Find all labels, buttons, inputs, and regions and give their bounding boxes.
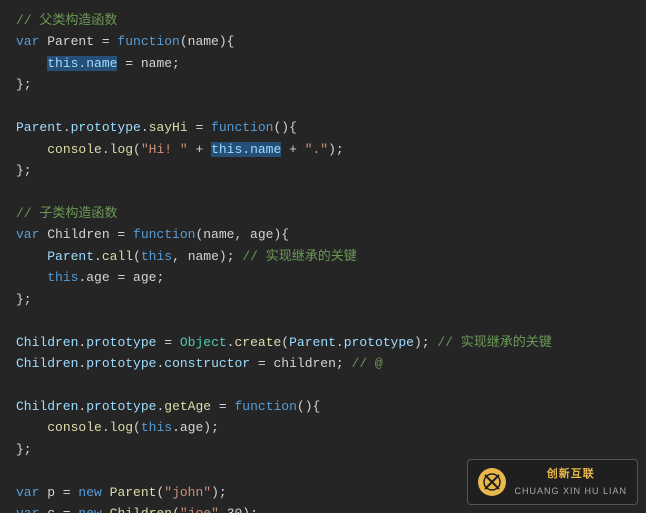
code-line-16: Children.prototype = Object.create(Paren… — [16, 332, 630, 353]
code-line-15 — [16, 310, 630, 331]
code-line-8: }; — [16, 160, 630, 181]
watermark: 创新互联 CHUANG XIN HU LIAN — [467, 459, 638, 505]
watermark-brand-en: CHUANG XIN HU LIAN — [514, 484, 627, 498]
code-line-5 — [16, 96, 630, 117]
code-line-10: // 子类构造函数 — [16, 203, 630, 224]
code-line-18 — [16, 374, 630, 395]
this-name-highlight: this.name — [47, 56, 117, 71]
code-line-17: Children.prototype.constructor = childre… — [16, 353, 630, 374]
code-line-13: this.age = age; — [16, 267, 630, 288]
code-line-20: console.log(this.age); — [16, 417, 630, 438]
code-line-7: console.log("Hi! " + this.name + "."); — [16, 139, 630, 160]
code-line-6: Parent.prototype.sayHi = function(){ — [16, 117, 630, 138]
code-line-21: }; — [16, 439, 630, 460]
watermark-text: 创新互联 CHUANG XIN HU LIAN — [514, 466, 627, 498]
code-line-1: // 父类构造函数 — [16, 10, 630, 31]
logo-icon — [483, 473, 501, 491]
code-line-11: var Children = function(name, age){ — [16, 224, 630, 245]
code-line-19: Children.prototype.getAge = function(){ — [16, 396, 630, 417]
code-line-12: Parent.call(this, name); // 实现继承的关键 — [16, 246, 630, 267]
watermark-logo — [478, 468, 506, 496]
code-line-4: }; — [16, 74, 630, 95]
code-line-3: this.name = name; — [16, 53, 630, 74]
code-line-14: }; — [16, 289, 630, 310]
code-line-2: var Parent = function(name){ — [16, 31, 630, 52]
code-editor: // 父类构造函数 var Parent = function(name){ t… — [0, 0, 646, 513]
watermark-brand-cn: 创新互联 — [547, 466, 595, 484]
code-line-9 — [16, 182, 630, 203]
